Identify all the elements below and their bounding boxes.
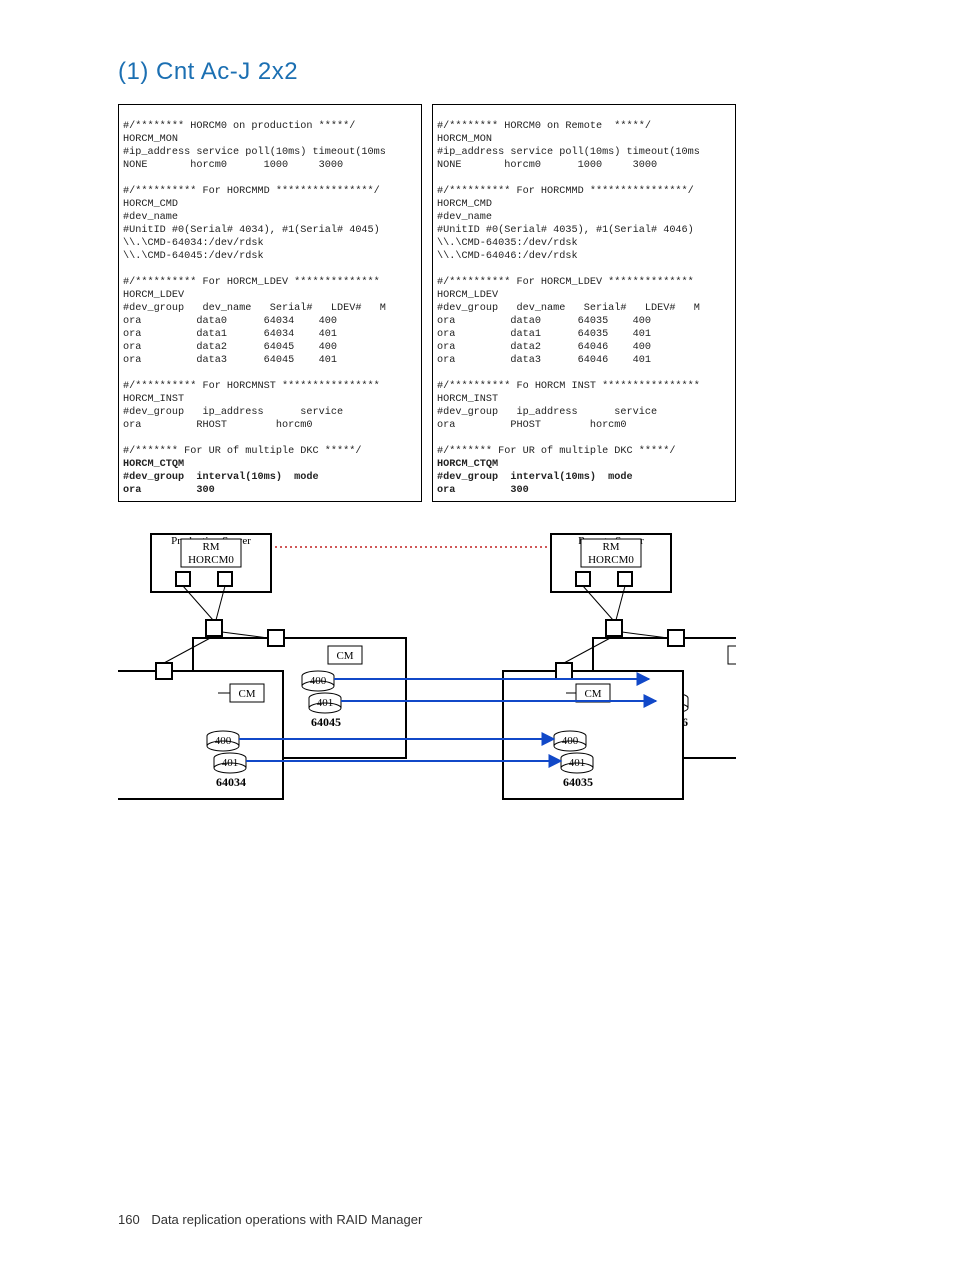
cfg-line: #/********** For HORCM_LDEV ************… bbox=[437, 277, 694, 288]
cm-label: CM bbox=[238, 688, 255, 700]
cfg-line: ora RHOST horcm0 bbox=[123, 420, 313, 431]
rm-label: RM bbox=[602, 541, 619, 553]
cfg-line: #/********** For HORCMMD ***************… bbox=[123, 186, 380, 197]
config-row: #/******** HORCM0 on production *****/ H… bbox=[118, 104, 894, 502]
cfg-line: #ip_address service poll(10ms) timeout(1… bbox=[437, 147, 700, 158]
cfg-line: #/******** HORCM0 on production *****/ bbox=[123, 121, 355, 132]
ldev-401: 401 bbox=[569, 757, 586, 769]
cfg-line: #/******* For UR of multiple DKC *****/ bbox=[123, 446, 361, 457]
cfg-line: \\.\CMD-64045:/dev/rdsk bbox=[123, 251, 264, 262]
cfg-line: ora data3 64046 401 bbox=[437, 355, 651, 366]
cfg-line: HORCM_LDEV bbox=[123, 290, 184, 301]
cfg-line: #/********** Fo HORCM INST *************… bbox=[437, 381, 700, 392]
cfg-line: HORCM_LDEV bbox=[437, 290, 498, 301]
cfg-line: ora 300 bbox=[437, 485, 529, 496]
cfg-line: HORCM_CMD bbox=[437, 199, 492, 210]
cfg-line: ora data2 64046 400 bbox=[437, 342, 651, 353]
serial-64034: 64034 bbox=[216, 775, 246, 789]
cfg-line: #/******* For UR of multiple DKC *****/ bbox=[437, 446, 675, 457]
cfg-line: HORCM_CTQM bbox=[123, 459, 184, 470]
cfg-line: NONE horcm0 1000 3000 bbox=[437, 160, 657, 171]
ldev-400: 400 bbox=[215, 735, 232, 747]
footer-title: Data replication operations with RAID Ma… bbox=[151, 1212, 422, 1227]
cfg-line: ora data3 64045 401 bbox=[123, 355, 337, 366]
serial-64045: 64045 bbox=[311, 715, 341, 729]
cfg-line: #dev_group dev_name Serial# LDEV# M bbox=[437, 303, 700, 314]
ldev-401: 401 bbox=[317, 697, 334, 709]
cfg-line: #/********** For HORCMNST **************… bbox=[123, 381, 380, 392]
cfg-line: ora PHOST horcm0 bbox=[437, 420, 627, 431]
cm-label: CM bbox=[584, 688, 601, 700]
cfg-line: #dev_name bbox=[123, 212, 178, 223]
serial-64035: 64035 bbox=[563, 775, 593, 789]
cfg-line: #dev_group dev_name Serial# LDEV# M bbox=[123, 303, 386, 314]
cfg-line: HORCM_INST bbox=[437, 394, 498, 405]
cfg-line: ora 300 bbox=[123, 485, 215, 496]
cm-label: CM bbox=[336, 650, 353, 662]
cfg-line: #UnitID #0(Serial# 4034), #1(Serial# 404… bbox=[123, 225, 380, 236]
cfg-line: #/********** For HORCMMD ***************… bbox=[437, 186, 694, 197]
cfg-line: NONE horcm0 1000 3000 bbox=[123, 160, 343, 171]
cfg-line: \\.\CMD-64034:/dev/rdsk bbox=[123, 238, 264, 249]
cfg-line: ora data1 64035 401 bbox=[437, 329, 651, 340]
cfg-line: HORCM_CTQM bbox=[437, 459, 498, 470]
cfg-line: ora data0 64035 400 bbox=[437, 316, 651, 327]
page-heading: (1) Cnt Ac-J 2x2 bbox=[118, 58, 894, 86]
horcm0-label: HORCM0 bbox=[588, 554, 634, 566]
config-left: #/******** HORCM0 on production *****/ H… bbox=[118, 104, 422, 502]
cfg-line: #/********** For HORCM_LDEV ************… bbox=[123, 277, 380, 288]
horcm0-label: HORCM0 bbox=[188, 554, 234, 566]
cfg-line: #dev_group interval(10ms) mode bbox=[437, 472, 633, 483]
cfg-line: ora data0 64034 400 bbox=[123, 316, 337, 327]
ldev-400: 400 bbox=[562, 735, 579, 747]
cfg-line: #dev_group ip_address service bbox=[123, 407, 343, 418]
cfg-line: HORCM_CMD bbox=[123, 199, 178, 210]
cfg-line: #dev_group ip_address service bbox=[437, 407, 657, 418]
ldev-401: 401 bbox=[222, 757, 239, 769]
page-footer: 160 Data replication operations with RAI… bbox=[118, 1212, 422, 1227]
cfg-line: HORCM_MON bbox=[437, 134, 492, 145]
cfg-line: #/******** HORCM0 on Remote *****/ bbox=[437, 121, 651, 132]
cfg-line: \\.\CMD-64046:/dev/rdsk bbox=[437, 251, 578, 262]
cfg-line: HORCM_MON bbox=[123, 134, 178, 145]
page-number: 160 bbox=[118, 1212, 140, 1227]
cfg-line: \\.\CMD-64035:/dev/rdsk bbox=[437, 238, 578, 249]
cfg-line: ora data1 64034 401 bbox=[123, 329, 337, 340]
cfg-line: ora data2 64045 400 bbox=[123, 342, 337, 353]
ldev-400: 400 bbox=[310, 675, 327, 687]
topology-diagram: Production Server RM HORCM0 CM bbox=[118, 526, 736, 860]
cfg-line: HORCM_INST bbox=[123, 394, 184, 405]
rm-label: RM bbox=[202, 541, 219, 553]
cfg-line: #ip_address service poll(10ms) timeout(1… bbox=[123, 147, 386, 158]
cfg-line: #dev_name bbox=[437, 212, 492, 223]
cfg-line: #dev_group interval(10ms) mode bbox=[123, 472, 319, 483]
config-right: #/******** HORCM0 on Remote *****/ HORCM… bbox=[432, 104, 736, 502]
cfg-line: #UnitID #0(Serial# 4035), #1(Serial# 404… bbox=[437, 225, 694, 236]
